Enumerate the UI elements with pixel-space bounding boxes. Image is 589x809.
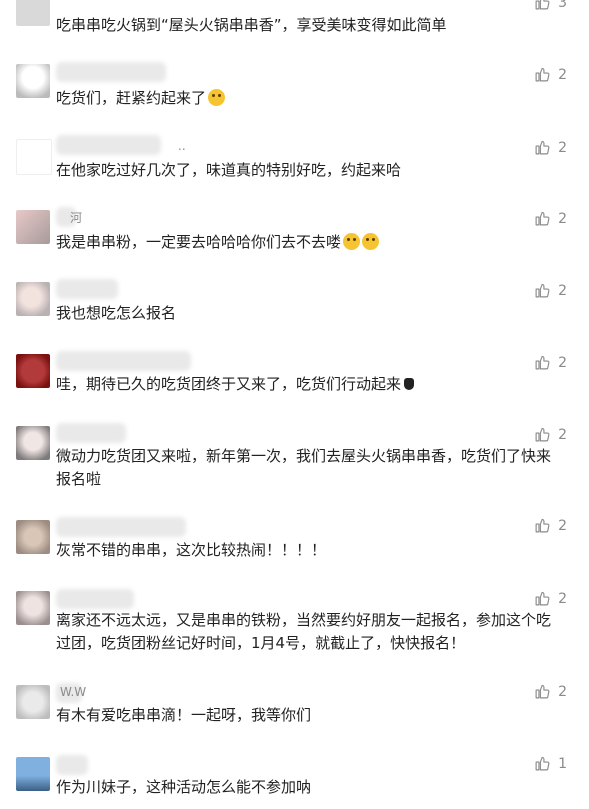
like-button[interactable]: 2 bbox=[534, 426, 567, 443]
like-count: 2 bbox=[558, 426, 567, 443]
thumbs-up-icon bbox=[535, 591, 550, 606]
comment-text: 有木有爱吃串串滴！一起呀，我等你们 bbox=[56, 706, 312, 724]
like-count: 2 bbox=[558, 354, 567, 371]
comment-text-body: 我是串串粉，一定要去哈哈哈你们去不去喽 bbox=[56, 233, 342, 251]
comment-text: 离家还不远太远，又是串串的铁粉，当然要约好朋友一起报名，参加这个吃过团，吃货团粉… bbox=[56, 611, 552, 652]
smile-emoji-icon bbox=[208, 89, 226, 106]
like-button[interactable]: 2 bbox=[534, 66, 567, 83]
avatar[interactable] bbox=[16, 591, 50, 625]
user-name-blurred bbox=[56, 589, 134, 609]
comment-text: 我也想吃怎么报名 bbox=[56, 304, 177, 322]
thumbs-up-icon bbox=[535, 140, 550, 155]
like-count: 2 bbox=[558, 517, 567, 534]
thinking-emoji-icon bbox=[362, 233, 380, 250]
avatar[interactable] bbox=[16, 64, 50, 98]
comment-text: 吃串串吃火锅到“屋头火锅串串香”，享受美味变得如此简单 bbox=[56, 16, 447, 34]
thumbs-up-icon bbox=[535, 355, 550, 370]
user-name: 河 bbox=[70, 211, 83, 225]
user-name-blurred bbox=[56, 351, 191, 371]
avatar[interactable] bbox=[16, 354, 50, 388]
like-count: 2 bbox=[558, 139, 567, 156]
comment-text: 作为川妹子，这种活动怎么能不参加呐 bbox=[56, 778, 312, 796]
user-name: .. bbox=[178, 139, 186, 153]
avatar[interactable] bbox=[16, 520, 50, 554]
like-button[interactable]: 1 bbox=[534, 755, 567, 772]
like-button[interactable]: 2 bbox=[534, 139, 567, 156]
comment-text: 在他家吃过好几次了，味道真的特别好吃，约起来哈 bbox=[56, 161, 402, 179]
thumbs-up-icon bbox=[535, 211, 550, 226]
thinking-emoji-icon bbox=[343, 233, 361, 250]
pointing-hand-emoji-icon bbox=[404, 378, 415, 390]
like-count: 3 bbox=[558, 0, 567, 11]
thumbs-up-icon bbox=[535, 0, 550, 10]
thumbs-up-icon bbox=[535, 518, 550, 533]
like-count: 2 bbox=[558, 66, 567, 83]
comment-text-body: 哇，期待已久的吃货团终于又来了，吃货们行动起来 bbox=[56, 375, 402, 393]
thumbs-up-icon bbox=[535, 756, 550, 771]
user-name-blurred bbox=[56, 62, 166, 82]
comment-text-body: 吃货们，赶紧约起来了 bbox=[56, 89, 207, 107]
avatar[interactable] bbox=[16, 685, 50, 719]
user-name-blurred bbox=[56, 755, 88, 775]
like-count: 1 bbox=[558, 755, 567, 772]
comment-text: 微动力吃货团又来啦，新年第一次，我们去屋头火锅串串香，吃货们了快来报名啦 bbox=[56, 447, 552, 488]
user-name-blurred bbox=[56, 279, 118, 299]
like-button[interactable]: 2 bbox=[534, 282, 567, 299]
like-button[interactable]: 2 bbox=[534, 354, 567, 371]
like-button[interactable]: 2 bbox=[534, 517, 567, 534]
thumbs-up-icon bbox=[535, 283, 550, 298]
like-count: 2 bbox=[558, 210, 567, 227]
thumbs-up-icon bbox=[535, 67, 550, 82]
like-count: 2 bbox=[558, 683, 567, 700]
like-button[interactable]: 2 bbox=[534, 210, 567, 227]
like-button[interactable]: 3 bbox=[534, 0, 567, 11]
like-count: 2 bbox=[558, 590, 567, 607]
avatar[interactable] bbox=[16, 757, 50, 791]
comment-text: 灰常不错的串串，这次比较热闹！！！！ bbox=[56, 541, 327, 559]
avatar[interactable] bbox=[16, 0, 50, 26]
user-name: W.W bbox=[60, 685, 87, 699]
like-count: 2 bbox=[558, 282, 567, 299]
user-name-blurred bbox=[56, 135, 161, 155]
avatar[interactable] bbox=[16, 210, 50, 244]
avatar[interactable] bbox=[16, 282, 50, 316]
thumbs-up-icon bbox=[535, 427, 550, 442]
like-button[interactable]: 2 bbox=[534, 683, 567, 700]
avatar[interactable] bbox=[16, 139, 52, 175]
thumbs-up-icon bbox=[535, 684, 550, 699]
user-name-blurred bbox=[56, 517, 186, 537]
like-button[interactable]: 2 bbox=[534, 590, 567, 607]
avatar[interactable] bbox=[16, 426, 50, 460]
comment-text: 我是串串粉，一定要去哈哈哈你们去不去喽 bbox=[56, 231, 561, 254]
comment-text: 吃货们，赶紧约起来了 bbox=[56, 87, 561, 110]
user-name-blurred bbox=[56, 423, 126, 443]
comment-text: 哇，期待已久的吃货团终于又来了，吃货们行动起来 bbox=[56, 373, 561, 396]
